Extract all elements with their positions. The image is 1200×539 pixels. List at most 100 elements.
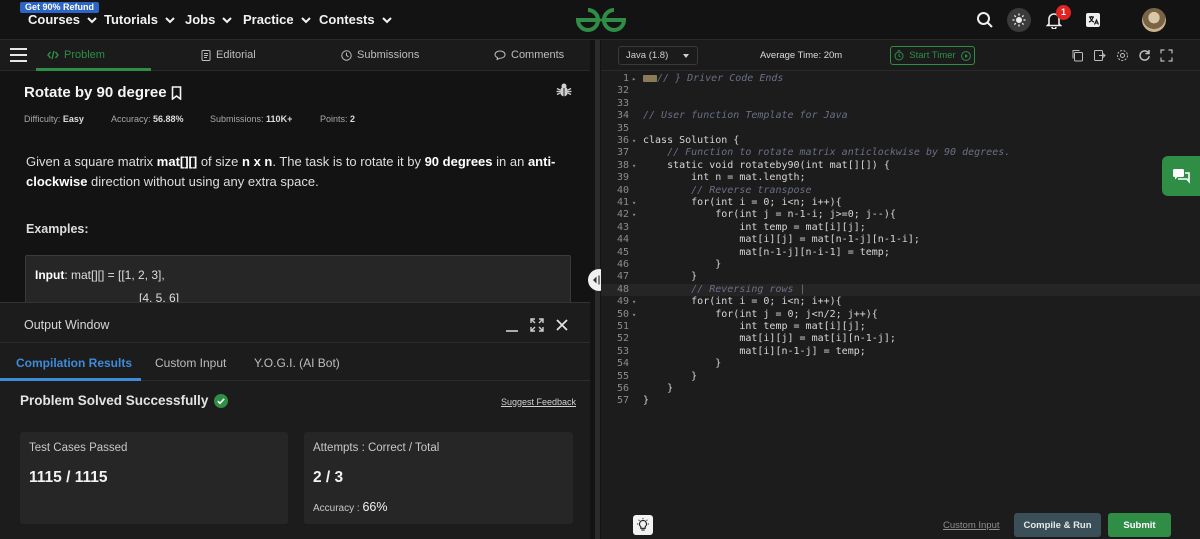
tab-custom-input[interactable]: Custom Input [155,356,226,370]
settings-icon[interactable] [1116,49,1129,62]
test-cases-value: 1115 / 1115 [29,469,108,486]
translate-icon[interactable] [1082,9,1104,31]
desc-bold-degrees: 90 degrees [424,154,493,169]
export-icon[interactable] [1093,49,1106,62]
fold-toggle-icon[interactable]: ▾ [632,309,636,321]
line-number: 51 [616,321,629,332]
fold-toggle-icon[interactable]: ▾ [632,209,636,221]
code-line[interactable]: 52 mat[i][j] = mat[i][n-1-j]; [601,333,1200,345]
line-number: 1 [622,73,629,84]
tab-editorial[interactable]: Editorial [201,49,256,61]
line-number: 44 [616,234,629,246]
chevron-down-icon [300,16,311,23]
language-select[interactable]: Java (1.8) [618,46,698,65]
line-number: 39 [616,172,629,184]
nav-courses-label: Courses [28,12,81,27]
line-number: 47 [616,271,629,283]
code-line[interactable]: 32 [601,85,1200,97]
code-line[interactable]: 40 // Reverse transpose [601,185,1200,197]
document-icon [201,49,211,61]
tab-compilation-results[interactable]: Compilation Results [16,356,132,370]
code-line[interactable]: 37 // Function to rotate matrix anticloc… [601,147,1200,159]
code-line[interactable]: 55 } [601,371,1200,383]
code-line[interactable]: 56 } [601,383,1200,395]
attempts-accuracy-label: Accuracy : [313,503,363,514]
minimize-icon[interactable] [504,317,520,333]
theme-toggle-icon[interactable] [1007,8,1031,32]
line-number: 57 [616,395,629,407]
code-line[interactable]: 54 } [601,358,1200,370]
attempts-accuracy: Accuracy : 66% [313,500,388,514]
tab-comments[interactable]: Comments [494,49,564,61]
nav-contests[interactable]: Contests [319,12,393,27]
code-line[interactable]: 1 ▸ // } Driver Code Ends [601,73,1200,85]
gfg-logo-icon[interactable] [574,6,628,34]
custom-input-link[interactable]: Custom Input [943,520,1000,531]
suggest-feedback-link[interactable]: Suggest Feedback [501,397,576,407]
examples-heading: Examples: [26,222,89,236]
code-line[interactable]: 42 ▾ for(int j = n-1-i; j>=0; j--){ [601,209,1200,221]
hamburger-menu-icon[interactable] [10,48,27,62]
code-line[interactable]: 36 ▾ class Solution { [601,135,1200,147]
active-tab-indicator [36,68,151,71]
code-line[interactable]: 33 [601,98,1200,110]
search-icon[interactable] [974,9,996,31]
code-text: int temp = mat[i][j]; [643,221,866,233]
nav-practice[interactable]: Practice [243,12,312,27]
fold-toggle-icon[interactable]: ▾ [632,135,636,147]
fold-toggle-icon[interactable]: ▸ [632,73,636,85]
hint-button[interactable] [633,515,653,535]
code-line[interactable]: 50 ▾ for(int j = 0; j<n/2; j++){ [601,309,1200,321]
reset-icon[interactable] [1138,49,1151,62]
start-timer-button[interactable]: Start Timer [890,46,975,65]
line-number: 33 [616,97,629,109]
problem-description: Given a square matrix mat[][] of size n … [26,152,566,192]
code-line[interactable]: 53 mat[i][n-1-j] = temp; [601,346,1200,358]
folded-region-marker[interactable] [643,74,657,82]
chat-button[interactable] [1162,156,1200,196]
code-line[interactable]: 44 mat[i][j] = mat[n-1-j][n-1-i]; [601,234,1200,246]
accuracy-label: Accuracy: [111,114,151,124]
problem-title: Rotate by 90 degree [24,84,182,101]
code-line[interactable]: 38 ▾ static void rotateby90(int mat[][]) … [601,160,1200,172]
line-number: 48 [616,283,629,295]
nav-tutorials[interactable]: Tutorials [104,12,176,27]
bookmark-icon[interactable] [171,85,182,100]
fold-toggle-icon[interactable]: ▾ [632,296,636,308]
desc-text: . The task is to rotate it by [272,154,425,169]
code-line[interactable]: 45 mat[n-1-j][n-i-1] = temp; [601,247,1200,259]
fold-toggle-icon[interactable]: ▾ [632,197,636,209]
code-text: int n = mat.length; [643,172,806,184]
code-text: mat[i][n-1-j] = temp; [643,345,866,357]
tab-problem-label: Problem [64,49,105,61]
nav-jobs[interactable]: Jobs [185,12,233,27]
code-line[interactable]: 51 int temp = mat[i][j]; [601,321,1200,333]
code-line[interactable]: 48 // Reversing rows | [601,283,1200,297]
code-line[interactable]: 46 } [601,259,1200,271]
avatar[interactable] [1142,8,1166,32]
code-line[interactable]: 43 int temp = mat[i][j]; [601,222,1200,234]
code-line[interactable]: 35 [601,123,1200,135]
output-window-header: Output Window [0,303,590,343]
code-line[interactable]: 57} [601,395,1200,407]
tab-yogi-ai-bot[interactable]: Y.O.G.I. (AI Bot) [254,356,340,370]
close-icon[interactable] [554,317,570,333]
fullscreen-icon[interactable] [1160,49,1173,62]
tab-submissions[interactable]: Submissions [341,49,419,61]
nav-courses[interactable]: Courses [28,12,98,27]
code-line[interactable]: 39 int n = mat.length; [601,172,1200,184]
code-editor[interactable]: 1 ▸ // } Driver Code Ends 32 33 34 // User fun… [601,71,1200,511]
line-number: 36 [616,135,629,146]
code-comment: // Reversing rows | [643,283,806,295]
code-line[interactable]: 49 ▾ for(int i = 0; i<n; i++){ [601,296,1200,308]
tab-problem[interactable]: Problem [47,49,105,61]
code-line[interactable]: 41 ▾ for(int i = 0; i<n; i++){ [601,197,1200,209]
code-line[interactable]: 34 // User function Template for Java [601,110,1200,122]
bug-report-icon[interactable] [556,82,572,98]
fold-toggle-icon[interactable]: ▾ [632,160,636,172]
code-line[interactable]: 47 } [601,271,1200,283]
compile-run-button[interactable]: Compile & Run [1014,513,1101,537]
submit-button[interactable]: Submit [1108,513,1171,537]
copy-icon[interactable] [1071,49,1084,62]
expand-icon[interactable] [529,317,545,333]
